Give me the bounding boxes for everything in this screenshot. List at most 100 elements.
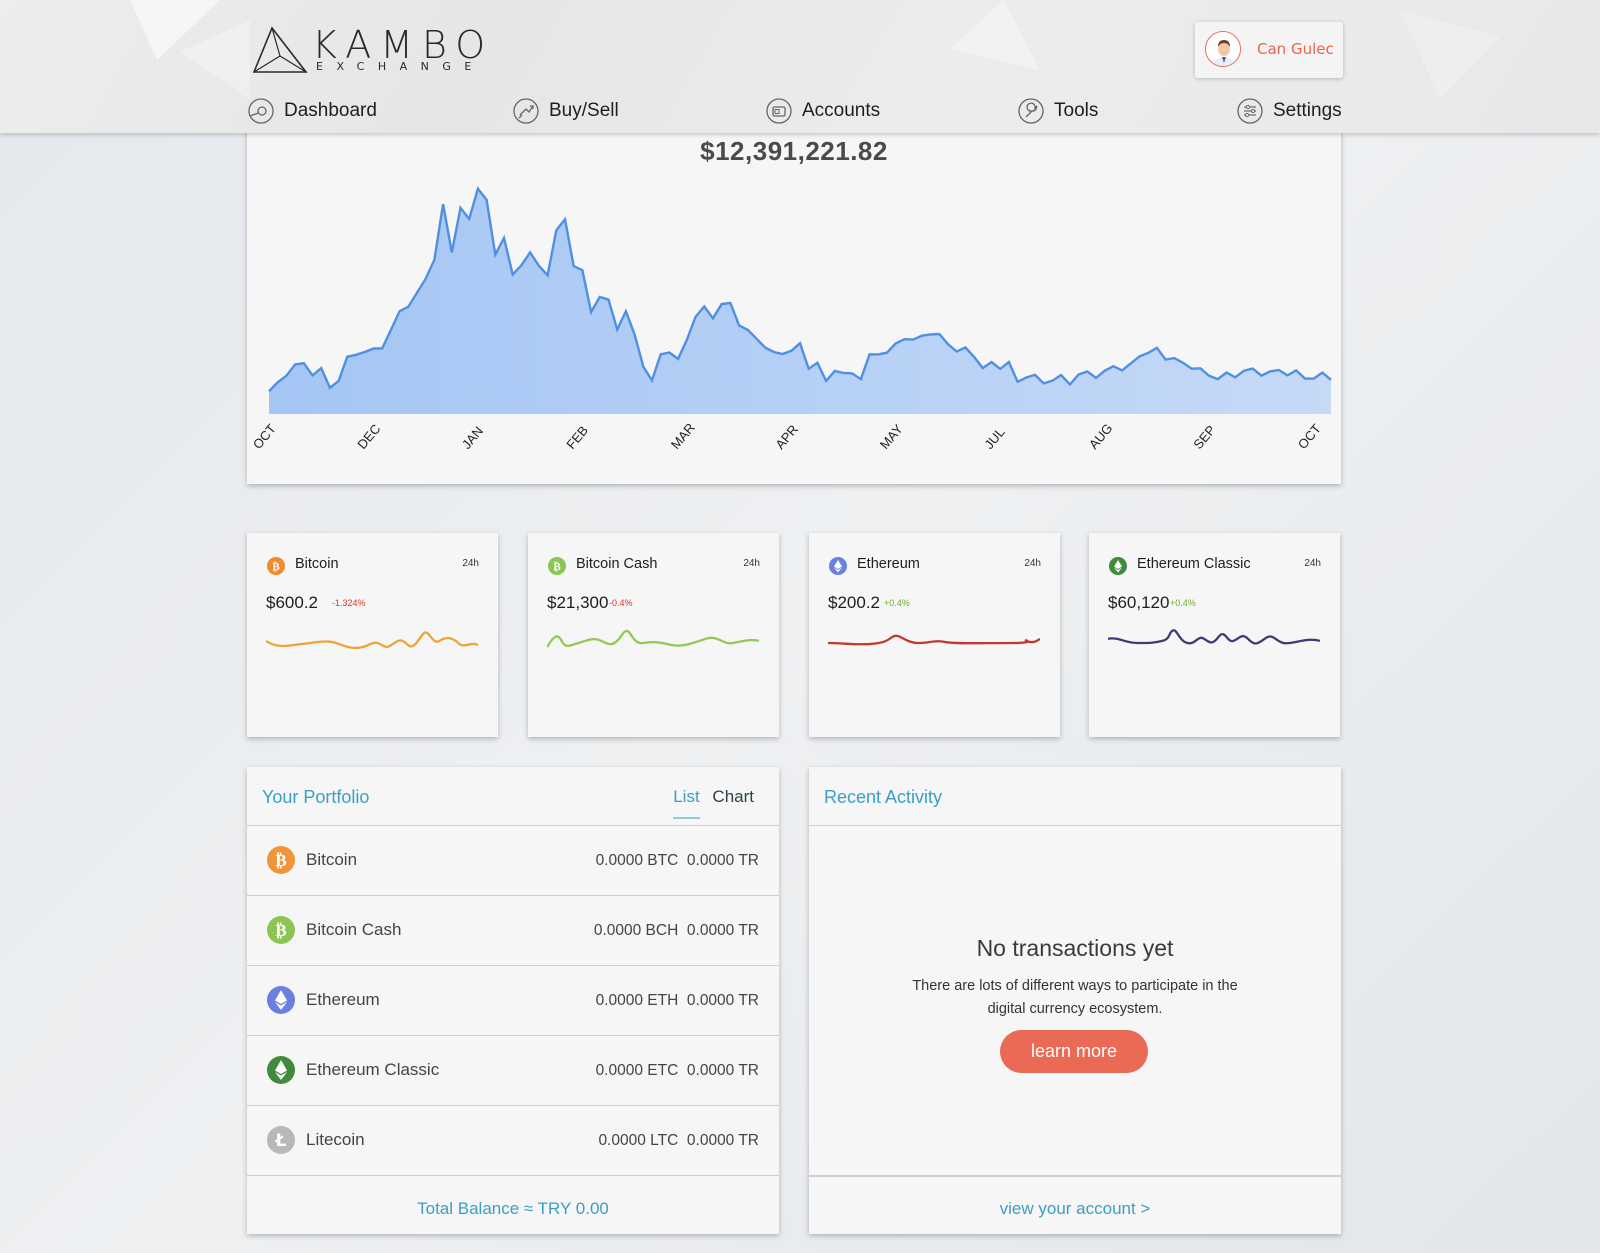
coin-name: Ethereum: [306, 990, 380, 1009]
price-change: +0.4%: [884, 598, 910, 608]
dashboard-icon: [248, 98, 274, 124]
nav-tools[interactable]: Tools: [1017, 96, 1098, 126]
x-axis-tick-label: JUL: [981, 425, 1007, 452]
bitcoin-cash-icon: ₿: [267, 916, 295, 944]
coin-amount: 0.0000 ETC 0.0000 TR: [595, 1062, 759, 1079]
total-balance: Total Balance ≈ TRY 0.00: [417, 1199, 609, 1218]
coin-name: Ethereum Classic: [1137, 556, 1251, 572]
top-header: KAMBO EXCHANGE Can Gulec Dashboard Buy/S…: [0, 0, 1600, 133]
coin-price: $600.2: [266, 593, 318, 612]
coin-name: Bitcoin: [306, 850, 358, 869]
empty-state-title: No transactions yet: [976, 935, 1174, 961]
x-axis-tick-label: DEC: [354, 421, 383, 452]
sparkline-path: [828, 634, 1040, 646]
table-row[interactable]: Ethereum 0.0000 ETH 0.0000 TR: [247, 966, 779, 1036]
svg-text:₿: ₿: [275, 921, 286, 941]
price-change: -0.4%: [609, 598, 633, 608]
x-axis-tick-label: SEP: [1190, 422, 1218, 452]
table-row[interactable]: ₿ Bitcoin Cash 0.0000 BCH 0.0000 TR: [247, 896, 779, 966]
ethereum-classic-icon: [1109, 557, 1127, 575]
nav-label: Settings: [1273, 100, 1342, 121]
nav-label: Tools: [1054, 100, 1099, 121]
x-axis-tick-label: JAN: [459, 423, 486, 451]
divider: [809, 1175, 1341, 1177]
x-axis-tick-label: OCT: [1295, 421, 1324, 452]
bitcoin-icon-glyph: ₿: [272, 560, 280, 573]
portfolio-panel: Your Portfolio List Chart ₿ Bitcoin 0.0000…: [247, 767, 779, 1234]
bitcoin-cash-icon-glyph: ₿: [275, 921, 286, 941]
coin-name: Bitcoin: [295, 556, 339, 572]
divider: [809, 825, 1341, 826]
x-axis-tick-label: MAR: [668, 420, 698, 452]
nav-buy-sell[interactable]: Buy/Sell: [512, 96, 619, 126]
view-account-link[interactable]: view your account >: [809, 1199, 1341, 1219]
period-label: 24h: [743, 558, 760, 569]
x-axis-tick-label: APR: [772, 422, 801, 452]
price-change: +0.4%: [1170, 598, 1196, 608]
nav-label: Dashboard: [284, 100, 377, 121]
user-name: Can Gulec: [1257, 40, 1334, 58]
bitcoin-icon: ₿: [267, 846, 295, 874]
area-fill: [269, 188, 1331, 414]
background-shard: [1400, 10, 1500, 100]
litecoin-icon: Ł: [267, 1126, 295, 1154]
coin-card[interactable]: ₿ Bitcoin Cash 24h $21,300 -0.4%: [528, 533, 779, 737]
background-shard: [180, 20, 250, 100]
sparkline-chart: [266, 631, 478, 650]
ethereum-classic-icon-glyph: [275, 1060, 287, 1080]
coin-price: $21,300: [547, 593, 609, 612]
svg-text:₿: ₿: [553, 560, 561, 573]
area-chart: OCT DEC JAN FEB MAR APR MAY JUL AUG SEP OCT: [250, 186, 1332, 452]
sparkline-path: [547, 629, 759, 648]
nav-settings[interactable]: Settings: [1236, 96, 1342, 126]
sparkline-path: [1108, 629, 1320, 645]
table-row[interactable]: Ethereum Classic 0.0000 ETC 0.0000 TR: [247, 1036, 779, 1106]
empty-state-description: There are lots of different ways to part…: [912, 978, 1238, 1017]
user-menu-button[interactable]: Can Gulec: [1195, 22, 1343, 78]
litecoin-icon-glyph: Ł: [275, 1131, 287, 1151]
exchange-icon: [513, 98, 539, 124]
avatar: [1205, 31, 1241, 67]
coin-name: Bitcoin Cash: [576, 556, 658, 572]
tab-list[interactable]: List: [673, 787, 699, 806]
coin-amount: 0.0000 BTC 0.0000 TR: [595, 852, 759, 869]
coin-card[interactable]: Ethereum 24h $200.2 +0.4%: [809, 533, 1060, 737]
coin-card[interactable]: ₿ Bitcoin 24h $600.2 -1.324%: [247, 533, 498, 737]
price-change: -1.324%: [332, 598, 366, 608]
bitcoin-cash-icon: ₿: [548, 557, 566, 575]
table-row[interactable]: Ł Litecoin 0.0000 LTC 0.0000 TR: [247, 1106, 779, 1176]
kambo-logo[interactable]: KAMBO EXCHANGE: [252, 22, 485, 78]
wallet-icon: [766, 98, 792, 124]
tab-chart[interactable]: Chart: [712, 787, 754, 806]
coin-name: Bitcoin Cash: [306, 920, 402, 939]
nav-accounts[interactable]: Accounts: [765, 96, 880, 126]
svg-text:Ł: Ł: [275, 1131, 287, 1151]
background-shard: [950, 0, 1040, 70]
portfolio-title: Your Portfolio: [262, 787, 370, 807]
coin-price: $200.2: [828, 593, 880, 612]
logo-subtitle: EXCHANGE: [316, 60, 485, 73]
learn-more-button[interactable]: learn more: [1000, 1030, 1148, 1073]
nav-dashboard[interactable]: Dashboard: [247, 96, 377, 126]
ethereum-icon-glyph: [275, 990, 287, 1010]
nav-label: Accounts: [802, 100, 881, 121]
bitcoin-icon: ₿: [267, 557, 285, 575]
user-avatar-icon: [1206, 32, 1240, 66]
wrench-icon: [1018, 98, 1044, 124]
ethereum-icon: [829, 557, 847, 575]
coin-amount: 0.0000 LTC 0.0000 TR: [598, 1132, 759, 1149]
ethereum-classic-icon: [267, 1056, 295, 1084]
coin-card[interactable]: Ethereum Classic 24h $60,120 +0.4%: [1089, 533, 1340, 737]
period-label: 24h: [1024, 558, 1041, 569]
ethereum-icon-glyph: [834, 560, 842, 573]
coin-name: Ethereum: [857, 556, 920, 572]
sliders-icon: [1237, 98, 1263, 124]
coin-name: Ethereum Classic: [306, 1060, 440, 1079]
sparkline-path: [266, 631, 478, 650]
x-axis-tick-label: FEB: [563, 423, 591, 452]
coin-amount: 0.0000 BCH 0.0000 TR: [593, 922, 759, 939]
recent-activity-panel: Recent Activity No transactions yet Ther…: [809, 767, 1341, 1234]
table-row[interactable]: ₿ Bitcoin 0.0000 BTC 0.0000 TR: [247, 826, 779, 896]
sparkline-chart: [828, 634, 1040, 646]
bitcoin-icon-glyph: ₿: [275, 851, 286, 871]
